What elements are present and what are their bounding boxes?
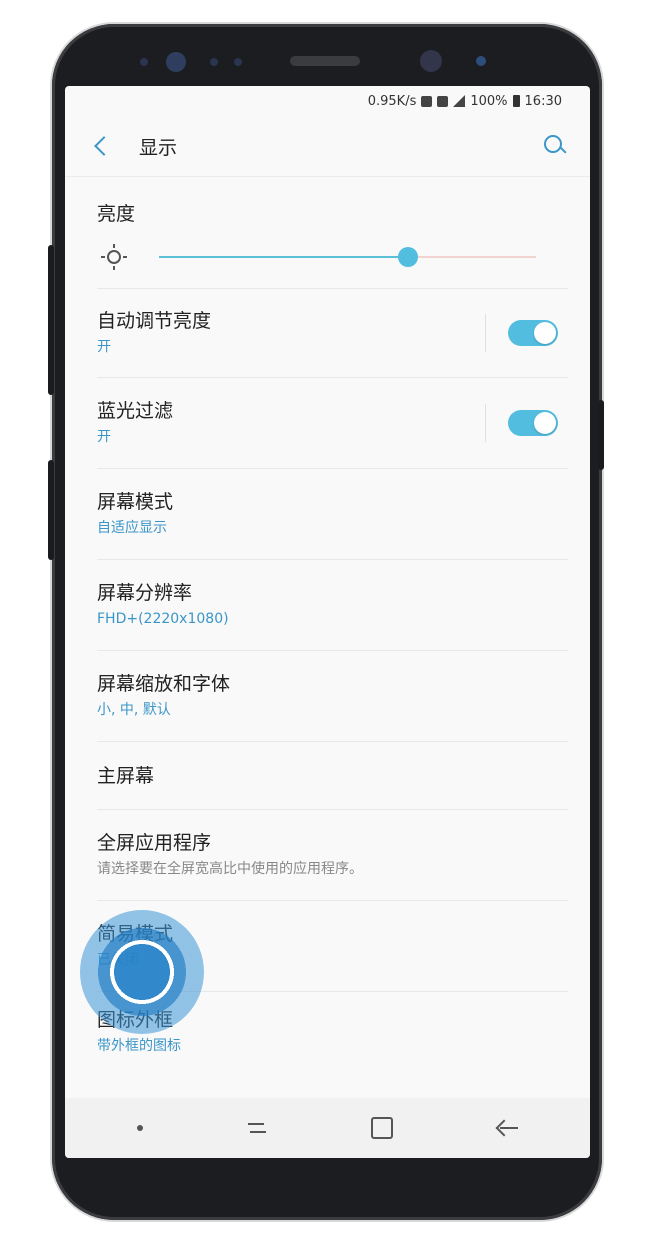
app-header: 显示 [65, 116, 590, 177]
sensor-dot [234, 58, 242, 66]
toggle-divider [485, 314, 558, 352]
page-title: 显示 [139, 136, 178, 159]
sensor-dot [210, 58, 218, 66]
network-speed: 0.95K/s [367, 93, 417, 109]
setting-screen-mode[interactable]: 屏幕模式 自适应显示 [97, 469, 568, 560]
volume-button [48, 460, 54, 560]
back-icon[interactable] [496, 1119, 519, 1137]
setting-subtitle: FHD+(2220x1080) [97, 611, 229, 627]
home-icon[interactable] [371, 1117, 394, 1139]
touch-indicator [80, 910, 204, 1034]
setting-title: 自动调节亮度 [97, 310, 212, 332]
brightness-slider[interactable] [159, 247, 536, 267]
slider-thumb[interactable] [397, 247, 418, 267]
earpiece-speaker [290, 56, 360, 66]
setting-home-screen[interactable]: 主屏幕 [97, 742, 568, 810]
brightness-row [97, 226, 568, 289]
brightness-label: 亮度 [97, 203, 136, 225]
recent-apps-icon[interactable] [246, 1119, 268, 1137]
setting-zoom-and-font[interactable]: 屏幕缩放和字体 小, 中, 默认 [97, 651, 568, 742]
nav-dot-icon[interactable] [136, 1125, 143, 1131]
bixby-button [48, 245, 54, 395]
setting-text: 主屏幕 [97, 763, 558, 789]
setting-title: 蓝光过滤 [97, 400, 174, 422]
setting-title: 屏幕分辨率 [97, 582, 193, 604]
setting-subtitle: 带外框的图标 [97, 1038, 181, 1054]
setting-screen-resolution[interactable]: 屏幕分辨率 FHD+(2220x1080) [97, 560, 568, 651]
toggle-knob [534, 412, 556, 434]
slider-fill [159, 256, 408, 258]
setting-text: 自动调节亮度 开 [97, 308, 485, 358]
sensor-dot [476, 56, 486, 66]
setting-subtitle: 小, 中, 默认 [97, 702, 171, 718]
sun-icon [101, 244, 127, 270]
setting-title: 屏幕模式 [97, 491, 174, 513]
toggle-divider [485, 404, 558, 442]
toggle-knob [534, 322, 556, 344]
setting-subtitle: 自适应显示 [97, 520, 167, 536]
setting-full-screen-apps[interactable]: 全屏应用程序 请选择要在全屏宽高比中使用的应用程序。 [97, 810, 568, 901]
power-button [598, 400, 604, 470]
setting-title: 全屏应用程序 [97, 832, 212, 854]
clock: 16:30 [524, 93, 562, 109]
setting-blue-light-filter[interactable]: 蓝光过滤 开 [97, 378, 568, 469]
front-camera [420, 50, 442, 72]
iris-sensor [166, 52, 186, 72]
search-icon[interactable] [542, 133, 568, 159]
setting-subtitle: 开 [97, 339, 111, 355]
auto-brightness-toggle[interactable] [508, 320, 558, 346]
status-bar: 0.95K/s 100% 16:30 [65, 86, 590, 116]
setting-text: 屏幕模式 自适应显示 [97, 489, 558, 539]
blue-light-toggle[interactable] [508, 410, 558, 436]
setting-text: 蓝光过滤 开 [97, 398, 485, 448]
setting-subtitle: 请选择要在全屏宽高比中使用的应用程序。 [97, 861, 363, 877]
signal-icon [453, 95, 466, 107]
setting-text: 屏幕分辨率 FHD+(2220x1080) [97, 580, 558, 630]
setting-subtitle: 开 [97, 429, 111, 445]
back-arrow-icon[interactable] [94, 136, 114, 156]
notification-icon [437, 95, 449, 107]
battery-percent: 100% [470, 93, 508, 109]
bottom-bezel [65, 1158, 590, 1198]
nfc-icon [421, 95, 433, 107]
navigation-bar [65, 1098, 590, 1158]
setting-title: 主屏幕 [97, 764, 155, 787]
brightness-section: 亮度 [65, 177, 590, 289]
setting-auto-brightness[interactable]: 自动调节亮度 开 [97, 289, 568, 378]
setting-text: 屏幕缩放和字体 小, 中, 默认 [97, 671, 558, 721]
setting-title: 屏幕缩放和字体 [97, 673, 231, 695]
sensor-dot [140, 58, 148, 66]
setting-text: 全屏应用程序 请选择要在全屏宽高比中使用的应用程序。 [97, 830, 558, 880]
battery-icon [512, 95, 520, 107]
